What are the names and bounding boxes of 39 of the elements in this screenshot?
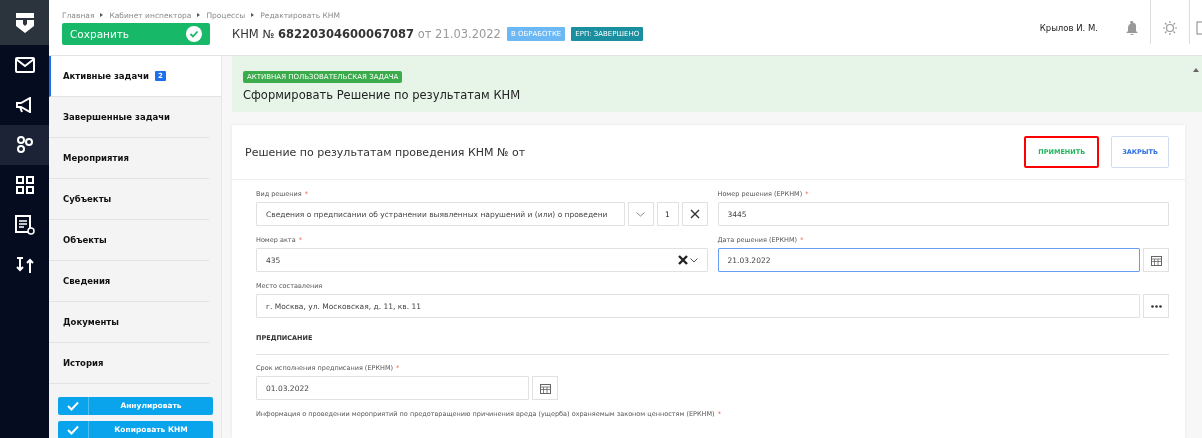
gears-icon xyxy=(14,135,35,155)
calendar-icon xyxy=(1150,254,1162,266)
sidebar-item[interactable]: Мероприятия xyxy=(49,138,209,179)
check-icon xyxy=(67,425,79,435)
rail-gears-button[interactable] xyxy=(0,125,49,165)
bell-icon[interactable] xyxy=(1126,20,1138,35)
sidebar-item[interactable]: Сведения xyxy=(49,261,209,302)
clear-icon[interactable] xyxy=(677,255,688,265)
breadcrumb-separator-icon xyxy=(251,13,255,17)
chevron-down-icon[interactable] xyxy=(689,257,698,263)
check-icon xyxy=(67,401,79,411)
logo[interactable] xyxy=(0,0,49,45)
settings-icon[interactable] xyxy=(1163,20,1177,35)
calendar-button[interactable] xyxy=(1143,248,1169,272)
sidebar-item[interactable]: История xyxy=(49,343,209,384)
document-icon xyxy=(14,215,35,235)
chevron-down-icon xyxy=(636,211,645,217)
knm-title: КНМ № 68220304600067087 от 21.03.2022 xyxy=(232,26,501,41)
grid-icon xyxy=(15,176,34,194)
calendar-button[interactable] xyxy=(532,376,558,400)
sidebar-item[interactable]: Объекты xyxy=(49,220,209,261)
sort-arrows-icon xyxy=(14,255,35,275)
sidebar-item[interactable]: Завершенные задачи xyxy=(49,97,209,138)
sidebar-item[interactable]: Документы xyxy=(49,302,209,343)
task-title: Сформировать Решение по результатам КНМ xyxy=(243,88,522,102)
calendar-icon xyxy=(539,382,551,394)
check-icon xyxy=(186,25,202,42)
sidebar-item[interactable]: Субъекты xyxy=(49,179,209,220)
shield-logo-icon xyxy=(14,11,35,34)
mail-icon xyxy=(14,57,35,73)
clear-button[interactable] xyxy=(681,202,708,226)
user-name[interactable]: Крылов И. М. xyxy=(1039,22,1098,33)
collapse-caret-icon[interactable] xyxy=(1193,68,1199,72)
card-title: Решение по результатам проведения КНМ № от xyxy=(245,145,527,159)
breadcrumb-separator-icon xyxy=(100,13,104,17)
more-button[interactable] xyxy=(1143,294,1169,318)
breadcrumb-separator-icon xyxy=(197,13,201,17)
ellipsis-icon xyxy=(1150,304,1162,308)
close-icon xyxy=(689,209,700,219)
